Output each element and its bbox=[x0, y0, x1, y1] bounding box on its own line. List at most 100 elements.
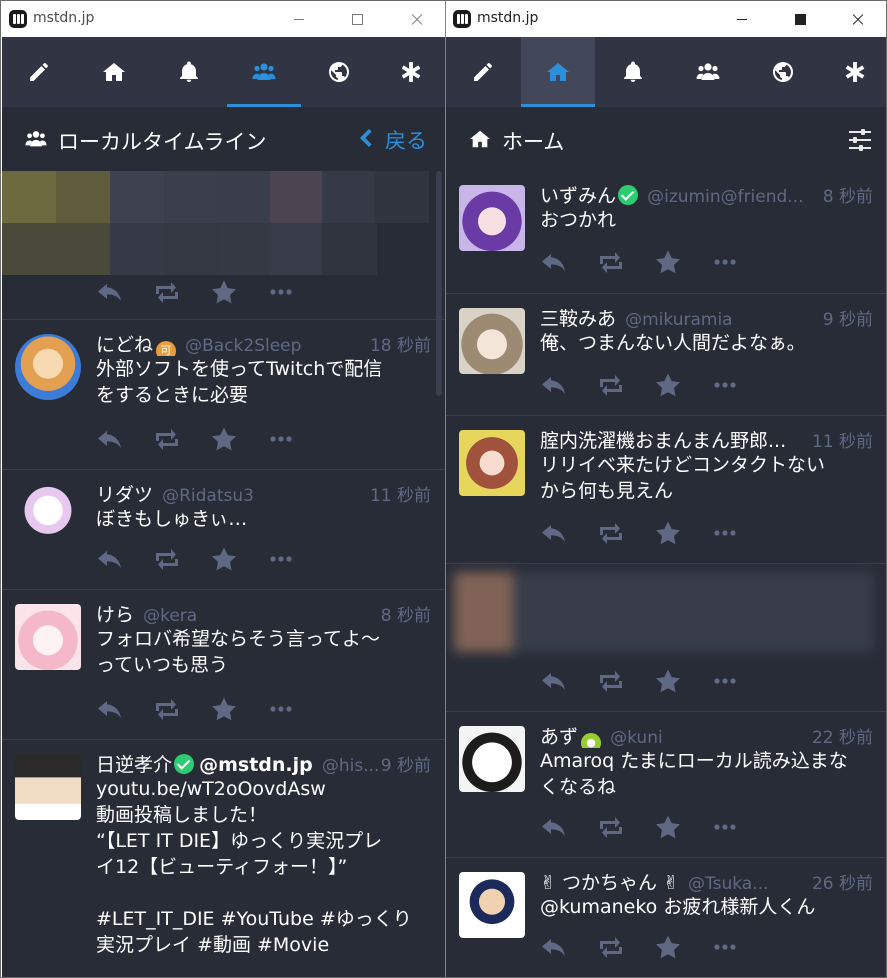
maximize-button[interactable] bbox=[777, 1, 823, 37]
title-bar[interactable]: mstdn.jp bbox=[446, 1, 886, 37]
tab-local-timeline[interactable] bbox=[227, 37, 301, 107]
more-button[interactable] bbox=[267, 696, 297, 722]
timestamp[interactable]: 22 秒前 bbox=[809, 723, 873, 748]
display-name[interactable]: 腟内洗濯機おまんまん野郎... bbox=[540, 430, 786, 452]
avatar[interactable] bbox=[459, 872, 525, 938]
tab-notifications[interactable] bbox=[596, 37, 670, 107]
display-name[interactable]: にどね bbox=[96, 334, 153, 356]
timestamp[interactable]: 8 秒前 bbox=[378, 601, 431, 626]
tab-federated-timeline[interactable] bbox=[302, 37, 376, 107]
boost-button[interactable] bbox=[597, 668, 627, 694]
more-button[interactable] bbox=[711, 934, 741, 960]
timestamp[interactable]: 11 秒前 bbox=[367, 481, 431, 506]
tab-settings[interactable] bbox=[818, 37, 887, 107]
more-button[interactable] bbox=[267, 279, 297, 305]
boost-button[interactable] bbox=[597, 814, 627, 840]
reply-button[interactable] bbox=[96, 426, 126, 452]
timestamp[interactable]: 18 秒前 bbox=[367, 331, 431, 356]
timestamp[interactable]: 11 秒前 bbox=[809, 427, 873, 452]
favourite-button[interactable] bbox=[654, 668, 684, 694]
favourite-button[interactable] bbox=[654, 372, 684, 398]
favourite-button[interactable] bbox=[654, 934, 684, 960]
display-name[interactable]: 三鞍みあ bbox=[540, 308, 616, 330]
account-handle[interactable]: @izumin@friend... bbox=[647, 187, 803, 207]
avatar[interactable] bbox=[15, 484, 81, 550]
status-item[interactable]: あず ● @kuni 22 秒前 Amaroq たまにローカル読み込まな くなるね bbox=[446, 711, 886, 857]
status-item[interactable]: リダツ @Ridatsu3 11 秒前 ぼきもしゅきぃ… bbox=[2, 469, 445, 589]
scrollbar[interactable] bbox=[436, 171, 442, 396]
boost-button[interactable] bbox=[153, 546, 183, 572]
timestamp[interactable]: 26 秒前 bbox=[809, 869, 873, 894]
status-item[interactable]: 腟内洗濯機おまんまん野郎... 11 秒前 リリイベ来たけどコンタクトない から… bbox=[446, 415, 886, 563]
more-button[interactable] bbox=[711, 814, 741, 840]
display-name[interactable]: けら bbox=[96, 604, 134, 626]
reply-button[interactable] bbox=[540, 372, 570, 398]
favourite-button[interactable] bbox=[654, 520, 684, 546]
account-handle[interactable]: @Ridatsu3 bbox=[162, 486, 254, 506]
timeline-feed[interactable]: にどね可 @Back2Sleep 18 秒前 外部ソフトを使ってTwitchで配… bbox=[2, 171, 445, 977]
status-item-blurred[interactable] bbox=[446, 563, 886, 711]
boost-button[interactable] bbox=[597, 934, 627, 960]
more-button[interactable] bbox=[267, 546, 297, 572]
maximize-button[interactable] bbox=[334, 1, 380, 37]
timestamp[interactable]: 9 秒前 bbox=[378, 751, 431, 776]
boost-button[interactable] bbox=[153, 696, 183, 722]
status-item[interactable]: ✌ つかちゃん ✌ @Tsuka... 26 秒前 @kumaneko お疲れ様… bbox=[446, 857, 886, 977]
reply-button[interactable] bbox=[96, 696, 126, 722]
reply-button[interactable] bbox=[96, 546, 126, 572]
avatar[interactable] bbox=[15, 754, 81, 820]
account-handle[interactable]: @Tsuka... bbox=[688, 874, 768, 894]
close-button[interactable] bbox=[394, 1, 440, 37]
avatar[interactable] bbox=[459, 430, 525, 496]
column-settings-button[interactable] bbox=[847, 127, 873, 153]
display-name[interactable]: ✌ つかちゃん ✌ bbox=[540, 872, 679, 894]
avatar[interactable] bbox=[15, 334, 81, 400]
minimize-button[interactable] bbox=[276, 1, 322, 37]
tab-compose[interactable] bbox=[446, 37, 520, 107]
display-name[interactable]: リダツ bbox=[96, 484, 153, 506]
avatar[interactable] bbox=[15, 604, 81, 670]
avatar[interactable] bbox=[459, 308, 525, 374]
reply-button[interactable] bbox=[540, 249, 570, 275]
account-handle[interactable]: @kuni bbox=[610, 728, 663, 748]
tab-federated-timeline[interactable] bbox=[746, 37, 820, 107]
tab-notifications[interactable] bbox=[152, 37, 226, 107]
status-item[interactable]: 日逆孝介 @mstdn.jp @his... 9 秒前 youtu.be/wT2… bbox=[2, 739, 445, 977]
boost-button[interactable] bbox=[153, 426, 183, 452]
display-name[interactable]: 日逆孝介 bbox=[96, 754, 172, 776]
timeline-feed[interactable]: いずみん @izumin@friend... 8 秒前 おつかれ 三鞍みあ @m… bbox=[446, 171, 886, 977]
boost-button[interactable] bbox=[153, 279, 183, 305]
timestamp[interactable]: 8 秒前 bbox=[820, 182, 873, 207]
favourite-button[interactable] bbox=[654, 249, 684, 275]
timestamp[interactable]: 9 秒前 bbox=[820, 305, 873, 330]
display-name[interactable]: いずみん bbox=[540, 185, 616, 207]
favourite-button[interactable] bbox=[654, 814, 684, 840]
status-item[interactable]: けら @kera 8 秒前 フォロバ希望ならそう言ってよ～ っていつも思う bbox=[2, 589, 445, 739]
status-item[interactable]: いずみん @izumin@friend... 8 秒前 おつかれ bbox=[446, 171, 886, 293]
close-button[interactable] bbox=[835, 1, 881, 37]
avatar[interactable] bbox=[459, 185, 525, 251]
reply-button[interactable] bbox=[540, 814, 570, 840]
tab-compose[interactable] bbox=[2, 37, 76, 107]
favourite-button[interactable] bbox=[210, 426, 240, 452]
display-name[interactable]: あず bbox=[540, 726, 578, 748]
boost-button[interactable] bbox=[597, 249, 627, 275]
favourite-button[interactable] bbox=[210, 279, 240, 305]
boost-button[interactable] bbox=[597, 372, 627, 398]
tab-home[interactable] bbox=[521, 37, 595, 107]
account-handle[interactable]: @mikuramia bbox=[625, 310, 733, 330]
status-item[interactable]: にどね可 @Back2Sleep 18 秒前 外部ソフトを使ってTwitchで配… bbox=[2, 319, 445, 469]
title-bar[interactable]: mstdn.jp bbox=[2, 1, 445, 37]
account-handle[interactable]: @kera bbox=[143, 606, 197, 626]
account-handle[interactable]: @his... bbox=[322, 756, 380, 776]
favourite-button[interactable] bbox=[210, 546, 240, 572]
tab-home[interactable] bbox=[77, 37, 151, 107]
tab-settings[interactable] bbox=[374, 37, 445, 107]
favourite-button[interactable] bbox=[210, 696, 240, 722]
reply-button[interactable] bbox=[540, 520, 570, 546]
back-button[interactable]: 戻る bbox=[385, 125, 427, 153]
minimize-button[interactable] bbox=[719, 1, 765, 37]
more-button[interactable] bbox=[711, 668, 741, 694]
more-button[interactable] bbox=[711, 372, 741, 398]
tab-local-timeline[interactable] bbox=[671, 37, 745, 107]
